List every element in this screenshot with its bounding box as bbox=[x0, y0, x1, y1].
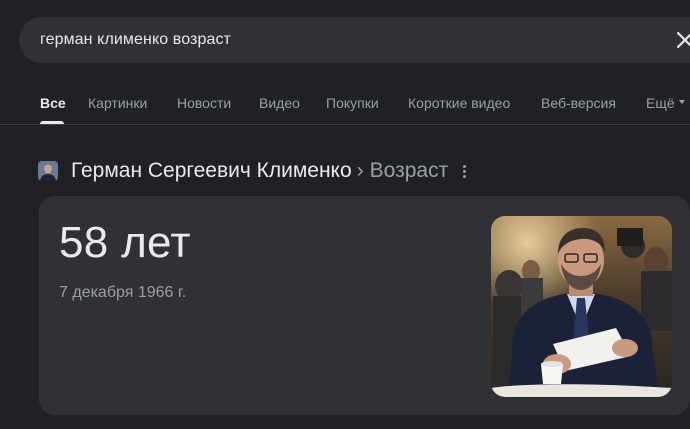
portrait-image bbox=[491, 216, 672, 397]
tab-videos[interactable]: Видео bbox=[259, 95, 300, 111]
person-photo[interactable] bbox=[491, 216, 672, 397]
age-value: 58 лет bbox=[59, 218, 191, 267]
tab-shopping[interactable]: Покупки bbox=[326, 95, 379, 111]
more-vert-icon[interactable] bbox=[458, 161, 470, 181]
knowledge-header: Герман Сергеевич Клименко › Возраст bbox=[38, 156, 470, 186]
tab-news[interactable]: Новости bbox=[177, 95, 231, 111]
tab-images[interactable]: Картинки bbox=[88, 95, 147, 111]
birth-date: 7 декабря 1966 г. bbox=[59, 284, 187, 301]
breadcrumb-separator: › bbox=[356, 159, 364, 182]
tab-short-videos[interactable]: Короткие видео bbox=[408, 95, 510, 111]
tab-all[interactable]: Все bbox=[40, 95, 66, 111]
close-icon[interactable] bbox=[671, 26, 690, 54]
answer-card: 58 лет 7 декабря 1966 г. bbox=[39, 196, 690, 415]
tab-web[interactable]: Веб-версия bbox=[541, 95, 616, 111]
entity-thumbnail[interactable] bbox=[38, 161, 58, 181]
person-thumbnail-icon bbox=[38, 161, 58, 181]
tab-more[interactable]: Ещё bbox=[646, 95, 675, 111]
search-tabs: Все Картинки Новости Видео Покупки Корот… bbox=[0, 84, 690, 124]
chevron-down-icon[interactable] bbox=[679, 100, 685, 104]
tabs-divider bbox=[0, 124, 690, 125]
search-bar[interactable]: герман клименко возраст bbox=[19, 17, 690, 63]
entity-name-link[interactable]: Герман Сергеевич Клименко bbox=[71, 159, 352, 183]
attribute-label: Возраст bbox=[369, 159, 449, 182]
search-input[interactable]: герман клименко возраст bbox=[40, 31, 231, 49]
